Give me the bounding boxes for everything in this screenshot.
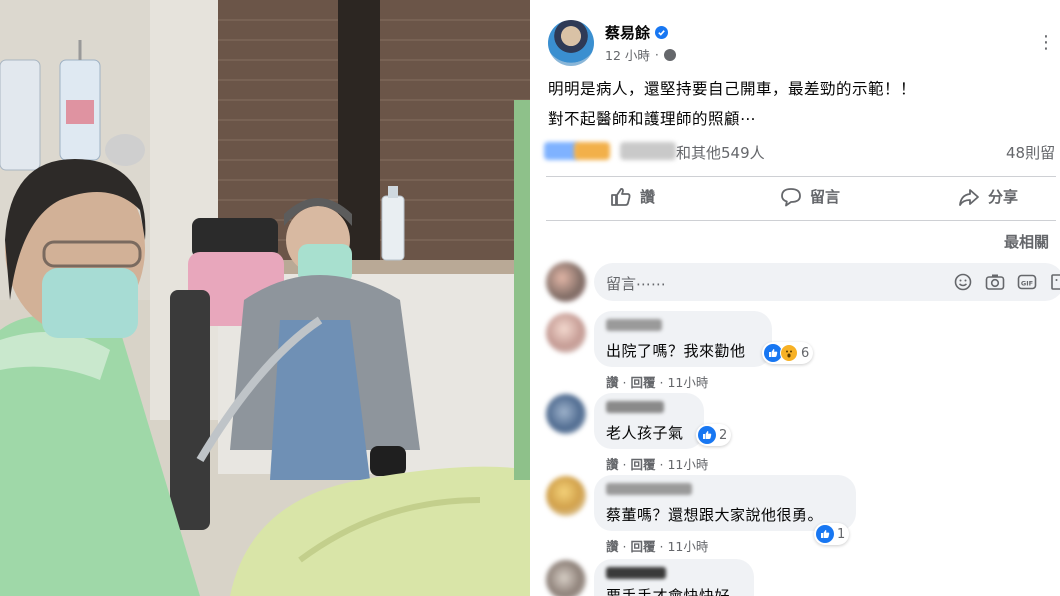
comment-input[interactable]: 留言⋯⋯ [606, 273, 666, 294]
comment-text: 老人孩子氣 [606, 424, 684, 442]
commenter-name-blurred[interactable] [606, 401, 664, 413]
comment-time[interactable]: 11小時 [667, 539, 708, 554]
comment-composer[interactable]: 留言⋯⋯ GIF [594, 263, 1060, 301]
share-label: 分享 [988, 188, 1019, 206]
reactors-count[interactable]: 和其他549人 [676, 142, 765, 163]
comment-action-sep: · [659, 375, 664, 390]
more-icon[interactable]: ⋮ [1037, 34, 1056, 52]
comment-reactions[interactable]: 1 [814, 523, 850, 545]
reactor-name-blurred [574, 142, 610, 160]
post-time[interactable]: 12 小時 [605, 45, 650, 64]
viewer-avatar[interactable] [546, 262, 586, 302]
comment-time[interactable]: 11小時 [667, 375, 708, 390]
comment-label: 留言 [810, 188, 841, 206]
comment-icon [781, 187, 801, 206]
like-button[interactable]: 讚 [610, 186, 655, 207]
author-avatar[interactable] [548, 20, 594, 66]
meta-separator: · [654, 47, 659, 62]
post-author[interactable]: 蔡易餘 [605, 22, 669, 43]
reactor-name-blurred-2 [620, 142, 676, 160]
comment-action-sep: · [622, 375, 627, 390]
comment-bubble: 出院了嗎？我來勸他 [594, 311, 772, 367]
comment-text: 蔡董嗎？還想跟大家說他很勇。 [606, 506, 824, 524]
gif-icon[interactable]: GIF [1016, 272, 1038, 292]
comment-actions: 讚 · 回覆 · 11小時 [606, 536, 708, 555]
comment-action-sep: · [659, 457, 664, 472]
comment-reply-link[interactable]: 回覆 [630, 375, 655, 390]
comment-reaction-count: 1 [837, 526, 846, 542]
comment-actions: 讚 · 回覆 · 11小時 [606, 372, 708, 391]
comment-text: 出院了嗎？我來勸他 [606, 342, 746, 360]
comment-actions: 讚 · 回覆 · 11小時 [606, 454, 708, 473]
like-reaction-icon [816, 525, 834, 543]
comment-reaction-count: 2 [719, 427, 728, 443]
comment-sort-dropdown[interactable]: 最相關 [1004, 231, 1049, 252]
comment-like-link[interactable]: 讚 [606, 457, 619, 472]
like-label: 讚 [640, 188, 656, 206]
divider-bottom [546, 220, 1056, 221]
comment-action-sep: · [659, 539, 664, 554]
share-icon [959, 188, 979, 206]
comment-bubble: 蔡董嗎？還想跟大家說他很勇。 [594, 475, 856, 531]
comment-button[interactable]: 留言 [780, 186, 840, 207]
comment-reactions[interactable]: 2 [696, 424, 732, 446]
comment-reactions[interactable]: 6 [762, 342, 814, 364]
comment-time[interactable]: 11小時 [667, 457, 708, 472]
comment-action-sep: · [622, 457, 627, 472]
comment-action-sep: · [622, 539, 627, 554]
author-name[interactable]: 蔡易餘 [605, 22, 650, 43]
comment-avatar[interactable] [546, 394, 586, 434]
comments-count[interactable]: 48則留 [1006, 142, 1055, 163]
comment-reaction-count: 6 [801, 345, 810, 361]
svg-text:GIF: GIF [1021, 279, 1033, 287]
emoji-icon[interactable] [952, 272, 974, 292]
comment-avatar[interactable] [546, 313, 586, 353]
commenter-name-blurred[interactable] [606, 567, 666, 579]
like-reaction-icon [698, 426, 716, 444]
comment-avatar[interactable] [546, 476, 586, 516]
post-meta: 12 小時 · [605, 45, 676, 64]
share-button[interactable]: 分享 [958, 186, 1018, 207]
composer-toolbar: GIF [952, 272, 1060, 292]
verified-icon [655, 26, 669, 39]
comment-like-link[interactable]: 讚 [606, 375, 619, 390]
commenter-name-blurred[interactable] [606, 319, 662, 331]
commenter-name-blurred[interactable] [606, 483, 692, 495]
sticker-icon[interactable] [1048, 272, 1060, 292]
divider-top [546, 176, 1056, 177]
comment-reply-link[interactable]: 回覆 [630, 457, 655, 472]
comment-avatar[interactable] [546, 560, 586, 596]
post-text-line-2: 對不起醫師和護理師的照顧⋯ [548, 110, 757, 128]
facebook-post: 蔡易餘 12 小時 · ⋮ 明明是病人，還堅持要自己開車，最差勁的示範！！ 對不… [530, 0, 1060, 596]
like-icon [611, 187, 631, 206]
comment-bubble: 要手手才會快快好 [594, 559, 754, 596]
comment-bubble: 老人孩子氣 [594, 393, 704, 449]
comment-reply-link[interactable]: 回覆 [630, 539, 655, 554]
post-photo[interactable] [0, 0, 530, 596]
hospital-room-illustration [0, 0, 530, 596]
reaction-icons-blurred [544, 142, 578, 160]
reactions-summary[interactable]: 和其他549人 48則留 [530, 136, 1060, 166]
post-text-line-1: 明明是病人，還堅持要自己開車，最差勁的示範！！ [548, 80, 917, 98]
camera-icon[interactable] [984, 272, 1006, 292]
comment-like-link[interactable]: 讚 [606, 539, 619, 554]
comment-text: 要手手才會快快好 [606, 587, 731, 596]
globe-icon [663, 48, 676, 61]
wow-reaction-icon [780, 344, 798, 362]
